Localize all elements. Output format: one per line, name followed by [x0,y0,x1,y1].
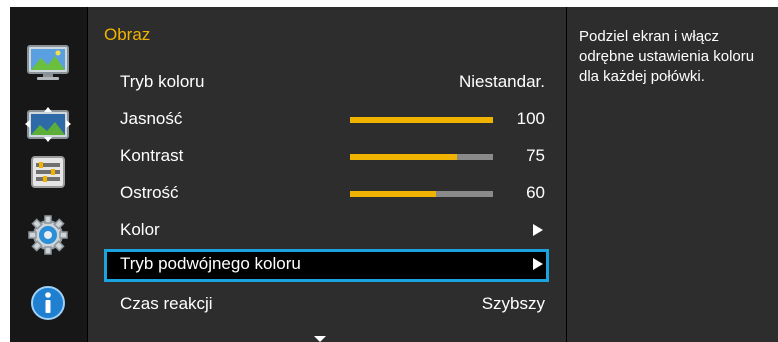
menu-item-label: Jasność [120,109,183,128]
position-size-icon[interactable] [25,106,71,146]
category-sidebar [10,7,87,342]
sharpness-slider[interactable] [350,191,493,197]
scroll-down-icon[interactable] [314,336,326,342]
slider-fill [350,191,436,197]
menu-item-label: Ostrość [120,183,179,202]
picture-menu: Obraz Tryb koloru Niestandar. Jasność 10… [88,7,566,342]
menu-title: Obraz [104,25,151,44]
menu-item-label: Kolor [120,220,160,239]
menu-item-label: Kontrast [120,146,184,165]
information-icon[interactable] [25,283,71,323]
picture-icon[interactable] [25,43,71,83]
contrast-slider[interactable] [350,154,493,160]
menu-item-value: 75 [526,146,545,165]
menu-item-color[interactable]: Kolor [104,215,549,245]
menu-item-value: 60 [526,183,545,202]
chevron-right-icon [533,258,543,270]
menu-item-brightness[interactable]: Jasność 100 [104,104,549,134]
menu-item-contrast[interactable]: Kontrast 75 [104,141,549,171]
menu-item-response-time[interactable]: Czas reakcji Szybszy [104,289,549,319]
menu-item-label: Tryb podwójnego koloru [120,254,301,273]
brightness-slider[interactable] [350,117,493,123]
menu-item-color-mode[interactable]: Tryb koloru Niestandar. [104,67,549,97]
gear-icon[interactable] [25,215,71,255]
menu-item-label: Czas reakcji [120,294,213,313]
menu-item-value: Niestandar. [459,72,545,91]
menu-item-dual-color-mode[interactable]: Tryb podwójnego koloru [104,249,549,282]
menu-item-value: Szybszy [481,294,545,313]
menu-item-sharpness[interactable]: Ostrość 60 [104,178,549,208]
slider-fill [350,117,493,123]
menu-item-value: 100 [516,109,545,128]
menu-item-label: Tryb koloru [120,72,205,91]
slider-fill [350,154,458,160]
help-text: Podziel ekran i włącz odrębne ustawienia… [579,28,755,85]
osd-menu: Obraz Tryb koloru Niestandar. Jasność 10… [10,7,778,342]
system-settings-icon[interactable] [25,152,71,192]
help-panel: Podziel ekran i włącz odrębne ustawienia… [567,7,778,342]
chevron-right-icon [533,224,543,236]
